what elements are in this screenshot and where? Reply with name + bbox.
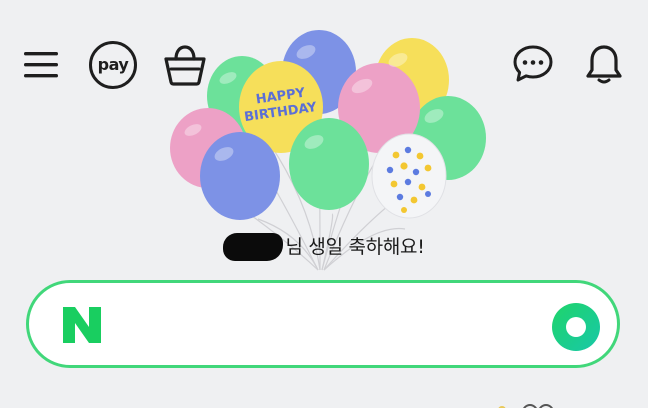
notification-button[interactable] [583,42,625,86]
search-input[interactable] [121,301,535,351]
green-lens-icon[interactable] [552,303,600,351]
greeting-text: 님 생일 축하해요! [285,236,425,258]
bell-icon [586,45,622,84]
pay-icon: pay [89,41,137,89]
cropped-content-peek [498,404,553,408]
pay-button[interactable]: pay [89,41,137,89]
naver-n-logo [63,307,101,343]
menu-button[interactable] [22,46,60,84]
pay-label: pay [97,54,129,74]
chat-bubble-icon [513,45,553,82]
birthday-greeting: 님 생일 축하해요! [0,232,648,261]
search-bar[interactable] [26,280,620,368]
redacted-user-name [223,233,284,261]
hamburger-menu-icon [24,52,58,78]
chat-button[interactable] [512,44,554,84]
